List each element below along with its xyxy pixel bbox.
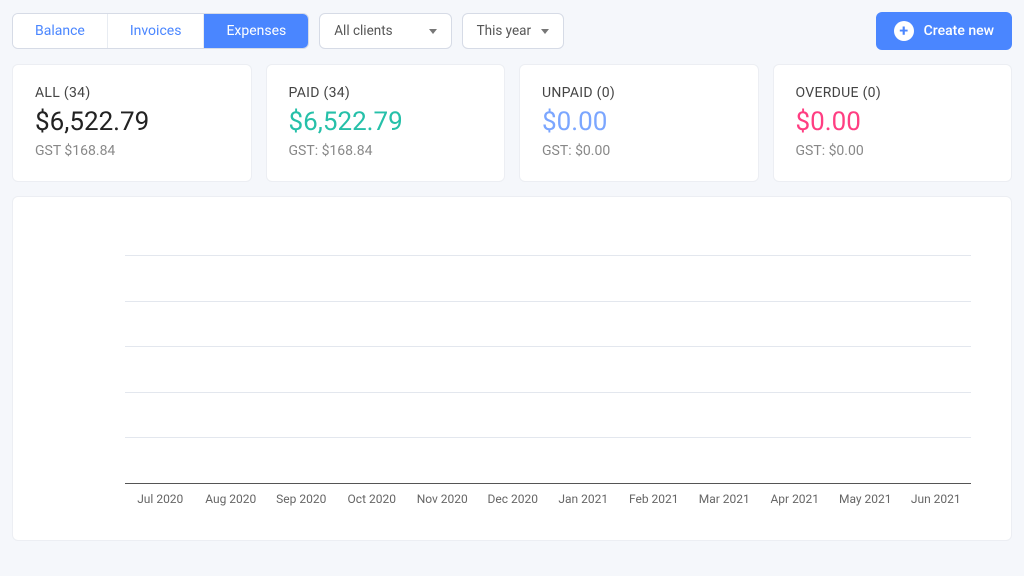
summary-card-unpaid[interactable]: UNPAID (0) $0.00 GST: $0.00 xyxy=(519,64,759,182)
chart-x-label: Mar 2021 xyxy=(689,488,760,524)
card-title: UNPAID (0) xyxy=(542,85,736,101)
card-title: PAID (34) xyxy=(289,85,483,101)
expenses-chart-panel: Jul 2020Aug 2020Sep 2020Oct 2020Nov 2020… xyxy=(12,196,1012,541)
card-title: OVERDUE (0) xyxy=(796,85,990,101)
card-sub: GST $168.84 xyxy=(35,143,229,159)
summary-cards: ALL (34) $6,522.79 GST $168.84 PAID (34)… xyxy=(12,64,1012,182)
tab-invoices[interactable]: Invoices xyxy=(108,14,205,48)
chevron-down-icon xyxy=(429,29,437,34)
summary-card-paid[interactable]: PAID (34) $6,522.79 GST: $168.84 xyxy=(266,64,506,182)
chart-x-label: Jan 2021 xyxy=(548,488,619,524)
chart-x-label: Aug 2020 xyxy=(196,488,267,524)
expenses-bar-chart: Jul 2020Aug 2020Sep 2020Oct 2020Nov 2020… xyxy=(33,215,991,524)
top-toolbar: Balance Invoices Expenses All clients Th… xyxy=(12,12,1012,50)
clients-filter-label: All clients xyxy=(334,23,392,39)
card-sub: GST: $0.00 xyxy=(796,143,990,159)
chart-x-label: Dec 2020 xyxy=(478,488,549,524)
chart-x-label: May 2021 xyxy=(830,488,901,524)
period-filter-label: This year xyxy=(477,23,531,39)
card-sub: GST: $0.00 xyxy=(542,143,736,159)
card-value: $0.00 xyxy=(796,107,990,137)
chart-x-label: Jul 2020 xyxy=(125,488,196,524)
chart-x-label: Feb 2021 xyxy=(619,488,690,524)
main-tabs: Balance Invoices Expenses xyxy=(12,13,309,49)
plus-icon: + xyxy=(894,21,914,41)
tab-balance[interactable]: Balance xyxy=(13,14,108,48)
create-new-button[interactable]: + Create new xyxy=(876,12,1012,50)
chevron-down-icon xyxy=(541,29,549,34)
tab-expenses[interactable]: Expenses xyxy=(204,14,308,48)
card-value: $0.00 xyxy=(542,107,736,137)
clients-filter-dropdown[interactable]: All clients xyxy=(319,13,451,49)
summary-card-overdue[interactable]: OVERDUE (0) $0.00 GST: $0.00 xyxy=(773,64,1013,182)
create-new-label: Create new xyxy=(924,23,994,39)
chart-x-label: Jun 2021 xyxy=(901,488,972,524)
card-title: ALL (34) xyxy=(35,85,229,101)
card-value: $6,522.79 xyxy=(289,107,483,137)
period-filter-dropdown[interactable]: This year xyxy=(462,13,564,49)
chart-x-label: Nov 2020 xyxy=(407,488,478,524)
summary-card-all[interactable]: ALL (34) $6,522.79 GST $168.84 xyxy=(12,64,252,182)
chart-x-label: Oct 2020 xyxy=(337,488,408,524)
chart-x-label: Apr 2021 xyxy=(760,488,831,524)
chart-x-label: Sep 2020 xyxy=(266,488,337,524)
card-sub: GST: $168.84 xyxy=(289,143,483,159)
card-value: $6,522.79 xyxy=(35,107,229,137)
